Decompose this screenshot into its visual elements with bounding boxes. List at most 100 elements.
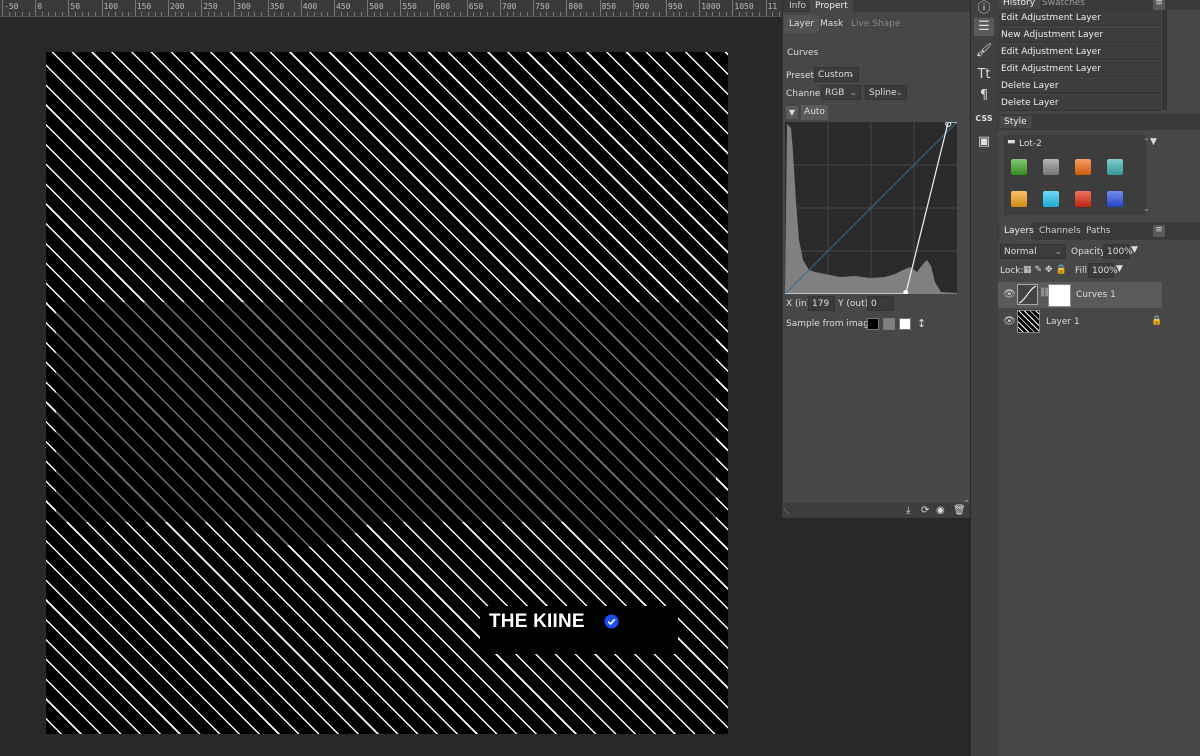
subtab-mask[interactable]: Mask [815,15,848,33]
tab-channels[interactable]: Channels [1034,225,1086,237]
style-swatch[interactable] [1011,191,1027,207]
style-folder-name[interactable]: Lot-2 [1019,139,1042,149]
visibility-eye-icon[interactable]: ◉ [936,505,945,516]
style-swatch[interactable] [1075,159,1091,175]
ruler-minor-tick [280,12,282,16]
ruler-minor-tick [15,12,17,16]
blend-mode-dropdown[interactable]: Normal ⌄ [1000,244,1066,259]
tab-paths[interactable]: Paths [1081,225,1115,237]
interpolation-dropdown[interactable]: Spline ⌄ [865,85,907,100]
trash-icon[interactable]: 🗑 [953,505,966,516]
scroll-up-icon[interactable]: ⌃ [1143,137,1150,146]
chevron-down-icon: ⌄ [895,88,903,98]
style-swatch[interactable] [1107,159,1123,175]
style-menu-triangle-icon[interactable]: ▼ [1150,137,1157,147]
curves-graph[interactable] [785,122,957,294]
style-swatch[interactable] [1011,159,1027,175]
channel-dropdown[interactable]: RGB ⌄ [821,85,861,100]
ruler-label: 550 [402,2,417,11]
fill-slider-triangle-icon[interactable]: ▼ [1116,264,1123,274]
opacity-field[interactable]: 100% [1103,244,1133,259]
history-item[interactable]: Edit Adjustment Layer [998,10,1161,26]
ruler-tick [699,0,701,16]
history-item[interactable]: Delete Layer [998,95,1161,111]
white-eyedropper-icon[interactable] [899,318,911,330]
style-swatch[interactable] [1043,191,1059,207]
ruler-tick [68,0,70,16]
preset-dropdown[interactable]: Custom ⌄ [814,67,859,82]
scroll-down-icon[interactable]: ⌄ [1143,204,1150,213]
history-item[interactable]: Delete Layer [998,78,1161,94]
ruler-tick [466,0,468,16]
layer-name[interactable]: Layer 1 [1046,317,1080,327]
gray-eyedropper-icon[interactable] [883,318,895,330]
layer-name[interactable]: Curves 1 [1076,290,1116,300]
character-icon[interactable]: Tt [974,66,994,84]
auto-button[interactable]: Auto [801,105,828,120]
style-swatch[interactable] [1075,191,1091,207]
tab-layers[interactable]: Layers [999,225,1039,237]
tab-history[interactable]: History [998,0,1041,9]
fill-field[interactable]: 100% [1088,263,1118,278]
ruler-minor-tick [685,12,687,16]
paragraph-icon[interactable]: ¶ [974,87,994,105]
x-in-field[interactable]: 179 [808,296,835,311]
visibility-eye-icon[interactable]: 👁 [1003,316,1016,327]
adjust-arrows-icon[interactable]: ↕ [917,317,926,330]
css-icon[interactable]: CSS [974,110,994,128]
layers-menu-icon[interactable]: ≡ [1153,225,1165,237]
ruler-label: 900 [634,2,650,11]
tab-info[interactable]: Info [784,0,811,12]
history-item[interactable]: New Adjustment Layer [998,27,1161,43]
ruler-minor-tick [21,12,23,16]
y-out-field[interactable]: 0 [867,296,894,311]
ruler-minor-tick [420,12,422,16]
style-swatch[interactable] [1043,159,1059,175]
ruler-label: 1000 [701,2,721,11]
panel-menu-icon[interactable]: ≡ [1153,0,1165,10]
lock-options-icon[interactable]: ▦✎✥🔒 [1023,265,1070,275]
layer-thumbnail[interactable] [1017,310,1040,333]
info-icon[interactable]: ⓘ [974,0,994,18]
sample-label: Sample from image: [786,319,878,329]
ruler-minor-tick [187,12,189,16]
tab-style[interactable]: Style [999,116,1032,128]
tab-properties[interactable]: Propert [810,0,853,12]
history-item[interactable]: Edit Adjustment Layer [998,61,1161,77]
ruler-minor-tick [274,12,276,16]
history-scrollbar[interactable] [1162,10,1167,110]
adjustments-icon[interactable]: ☰ [974,18,994,36]
ruler-tick [533,0,535,16]
ruler-minor-tick [128,12,130,16]
ruler-minor-tick [260,12,262,16]
ruler-minor-tick [121,12,123,16]
ruler-minor-tick [61,12,63,16]
opacity-slider-triangle-icon[interactable]: ▼ [1131,245,1138,255]
reset-icon[interactable]: ⟳ [921,505,929,516]
resize-grip-icon[interactable]: ⟍ [784,508,790,518]
subtab-live-shape[interactable]: Live Shape [846,15,905,33]
history-item[interactable]: Edit Adjustment Layer [998,44,1161,60]
visibility-eye-icon[interactable]: 👁 [1003,289,1016,300]
verified-icon [604,614,619,629]
ruler-minor-tick [606,12,608,16]
ruler-tick [134,0,136,16]
ruler-minor-tick [440,12,442,16]
style-swatch[interactable] [1107,191,1123,207]
ruler-minor-tick [154,12,156,16]
preset-label: Preset: [786,71,818,81]
black-eyedropper-icon[interactable] [867,318,879,330]
ruler-minor-tick [778,12,780,16]
subtab-layer[interactable]: Layer [784,15,820,33]
clip-to-layer-icon[interactable]: ⤓ [906,505,910,516]
ruler-minor-tick [539,12,541,16]
chevron-down-icon: ⌄ [1054,247,1062,257]
collapse-triangle-icon[interactable]: ▼ [786,106,798,119]
image-icon[interactable]: ▣ [974,133,994,151]
tab-swatches[interactable]: Swatches [1037,0,1090,9]
ruler-minor-tick [679,12,681,16]
brush-icon[interactable]: 🖌 [974,42,994,60]
layer-mask-thumbnail[interactable] [1048,284,1071,307]
ruler-minor-tick [353,12,355,16]
ruler-minor-tick [473,12,475,16]
